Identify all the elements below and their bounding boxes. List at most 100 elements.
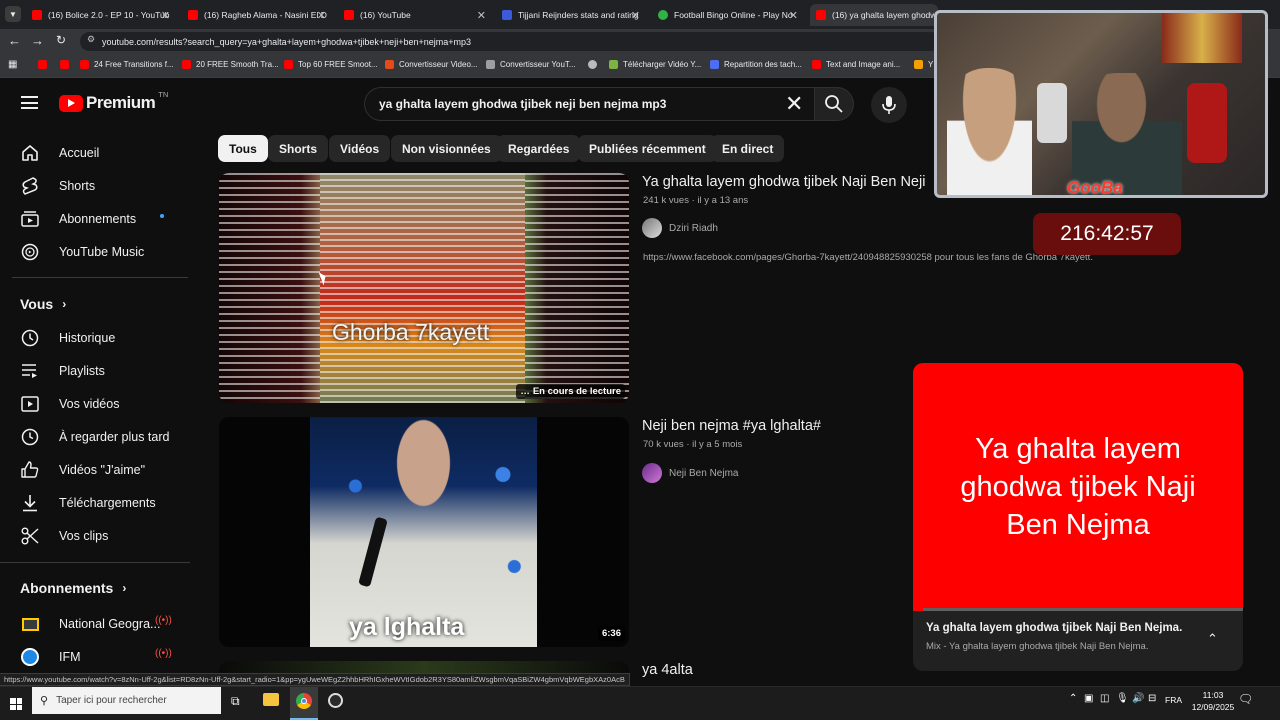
sidebar-item-videos-jaime[interactable]: Vidéos "J'aime" <box>20 460 145 480</box>
apps-grid-icon[interactable]: ▦ <box>8 59 17 70</box>
channel-name: Dziri Riadh <box>669 222 718 234</box>
microphone-icon[interactable]: 🎙 <box>1116 693 1129 704</box>
bookmark-item[interactable]: 20 FREE Smooth Tra... <box>182 60 279 69</box>
sidebar-subscription-ifm[interactable]: IFM ((•)) <box>20 647 172 667</box>
channel-link[interactable]: Neji Ben Nejma <box>642 463 738 483</box>
search-icon: ⚲ <box>40 695 49 707</box>
search-button[interactable] <box>814 87 854 121</box>
voice-search-button[interactable] <box>871 87 907 123</box>
webcam-logo: GooBa <box>1067 178 1123 197</box>
youtube-logo[interactable]: Premium TN <box>59 89 169 113</box>
close-tab-icon[interactable]: ✕ <box>161 9 170 22</box>
close-tab-icon[interactable]: ✕ <box>477 9 486 22</box>
close-tab-icon[interactable]: ✕ <box>317 9 326 22</box>
miniplayer-title[interactable]: Ya ghalta layem ghodwa tjibek Naji Ben N… <box>926 622 1182 634</box>
volume-icon[interactable]: 🔊 <box>1132 693 1144 704</box>
tab-title: (16) Bolice 2.0 - EP 10 - YouTub <box>48 10 170 20</box>
clear-search-icon[interactable]: ✕ <box>785 91 803 117</box>
search-input[interactable]: ya ghalta layem ghodwa tjibek neji ben n… <box>379 97 666 111</box>
chip-non-visionnees[interactable]: Non visionnées <box>391 135 502 162</box>
miniplayer-video-text: Ya ghalta layem ghodwa tjibek Naji Ben N… <box>960 432 1196 541</box>
sidebar-item-historique[interactable]: Historique <box>20 328 115 348</box>
channel-avatar <box>642 218 662 238</box>
close-tab-icon[interactable]: ✕ <box>631 9 640 22</box>
tab-search-button[interactable]: ▼ <box>5 6 21 22</box>
bookmark-item[interactable]: Top 60 FREE Smoot... <box>284 60 378 69</box>
bookmark-item[interactable]: Repartition des tach... <box>710 60 802 69</box>
language-indicator[interactable]: FRA <box>1165 695 1182 705</box>
home-icon <box>20 143 40 163</box>
chip-en-direct[interactable]: En direct <box>711 135 785 162</box>
sidebar-item-abonnements[interactable]: Abonnements <box>20 209 164 229</box>
browser-tab-active[interactable]: (16) ya ghalta layem ghodwa <box>810 4 938 26</box>
tray-chevron-up-icon[interactable]: ⌃ <box>1069 693 1077 704</box>
channel-name: Neji Ben Nejma <box>669 467 739 479</box>
chrome-icon[interactable] <box>290 687 318 720</box>
clock[interactable]: 11:03 12/09/2025 <box>1190 689 1236 713</box>
bookmark-item[interactable]: Text and Image ani... <box>812 60 900 69</box>
bookmark-item[interactable]: Convertisseur YouT... <box>486 60 576 69</box>
sidebar-subscription-national-geographic[interactable]: National Geogra... ((•)) <box>20 614 172 634</box>
windows-start-icon[interactable] <box>10 698 22 710</box>
address-bar[interactable]: ⚙ youtube.com/results?search_query=ya+gh… <box>80 32 940 51</box>
back-arrow-icon[interactable]: ← <box>8 33 21 48</box>
notifications-icon[interactable]: 🗨 <box>1238 692 1253 706</box>
webcam-overlay: GooBa <box>934 10 1268 198</box>
bookmark-item[interactable]: Télécharger Vidéo Y... <box>609 60 701 69</box>
bookmark-item[interactable]: Y <box>914 60 933 69</box>
miniplayer[interactable]: Ya ghalta layem ghodwa tjibek Naji Ben N… <box>913 363 1243 671</box>
youtube-music-icon <box>20 242 40 262</box>
chevron-up-icon[interactable]: ⌃ <box>1207 631 1218 647</box>
display-icon[interactable]: ⊟ <box>1148 693 1156 704</box>
network-icon[interactable]: ◫ <box>1100 693 1109 704</box>
sidebar-item-vos-videos[interactable]: Vos vidéos <box>20 394 119 414</box>
chip-videos[interactable]: Vidéos <box>329 135 391 162</box>
video-thumbnail[interactable]: Ghorba 7kayett … En cours de lecture <box>219 173 629 403</box>
close-tab-icon[interactable]: ✕ <box>789 9 798 22</box>
miniplayer-progress-track[interactable] <box>913 608 1243 611</box>
video-title[interactable]: Neji ben nejma #ya lghalta# <box>642 418 821 434</box>
channel-link[interactable]: Dziri Riadh <box>642 218 718 238</box>
bookmark-item[interactable]: Convertisseur Video... <box>385 60 478 69</box>
bookmark-item[interactable] <box>38 60 52 69</box>
bookmark-item[interactable] <box>588 60 602 69</box>
browser-tab[interactable]: (16) Ragheb Alama - Nasini El D ✕ <box>182 4 332 26</box>
browser-tab[interactable]: Tijjani Reijnders stats and rating ✕ <box>496 4 646 26</box>
sidebar-item-regarder-plus-tard[interactable]: À regarder plus tard <box>20 427 169 447</box>
menu-icon[interactable] <box>21 96 38 109</box>
reload-icon[interactable]: ↻ <box>56 33 66 47</box>
chip-publiees-recemment[interactable]: Publiées récemment <box>578 135 717 162</box>
miniplayer-video[interactable]: Ya ghalta layem ghodwa tjibek Naji Ben N… <box>913 363 1243 610</box>
country-code: TN <box>158 89 169 99</box>
forward-arrow-icon[interactable]: → <box>31 33 44 48</box>
sidebar-item-shorts[interactable]: Shorts <box>20 176 95 196</box>
sidebar-item-vos-clips[interactable]: Vos clips <box>20 526 108 546</box>
video-thumbnail[interactable]: ya lghalta 6:36 <box>219 417 629 647</box>
chip-regardees[interactable]: Regardées <box>497 135 581 162</box>
video-title[interactable]: ya 4alta <box>642 662 693 678</box>
video-thumbnail[interactable] <box>219 661 629 673</box>
search-box[interactable]: ya ghalta layem ghodwa tjibek neji ben n… <box>364 87 816 121</box>
obs-icon[interactable] <box>328 693 343 708</box>
bookmark-item[interactable]: 24 Free Transitions f... <box>80 60 174 69</box>
sidebar-item-telechargements[interactable]: Téléchargements <box>20 493 156 513</box>
taskbar-search-box[interactable]: ⚲ Taper ici pour rechercher <box>32 687 221 714</box>
browser-tab[interactable]: (16) Bolice 2.0 - EP 10 - YouTub ✕ <box>26 4 176 26</box>
browser-tab[interactable]: Football Bingo Online - Play No ✕ <box>652 4 804 26</box>
sidebar-item-playlists[interactable]: Playlists <box>20 361 105 381</box>
file-explorer-icon[interactable] <box>263 693 279 706</box>
browser-tab[interactable]: (16) YouTube ✕ <box>338 4 492 26</box>
site-info-icon[interactable]: ⚙ <box>87 34 95 45</box>
sidebar-section-vous[interactable]: Vous › <box>20 296 66 312</box>
meet-now-icon[interactable]: ▣ <box>1084 693 1093 704</box>
youtube-favicon-icon <box>812 60 821 69</box>
sidebar-item-accueil[interactable]: Accueil <box>20 143 99 163</box>
sidebar-item-youtube-music[interactable]: YouTube Music <box>20 242 144 262</box>
chip-shorts[interactable]: Shorts <box>268 135 329 162</box>
video-title[interactable]: Ya ghalta layem ghodwa tjibek Naji Ben N… <box>642 174 925 190</box>
task-view-icon[interactable]: ⧉ <box>231 694 240 709</box>
sidebar-section-abonnements[interactable]: Abonnements › <box>20 580 126 596</box>
miniplayer-subtitle: Mix - Ya ghalta layem ghodwa tjibek Naji… <box>926 641 1149 652</box>
chip-tous[interactable]: Tous <box>218 135 268 162</box>
bookmark-item[interactable] <box>60 60 74 69</box>
